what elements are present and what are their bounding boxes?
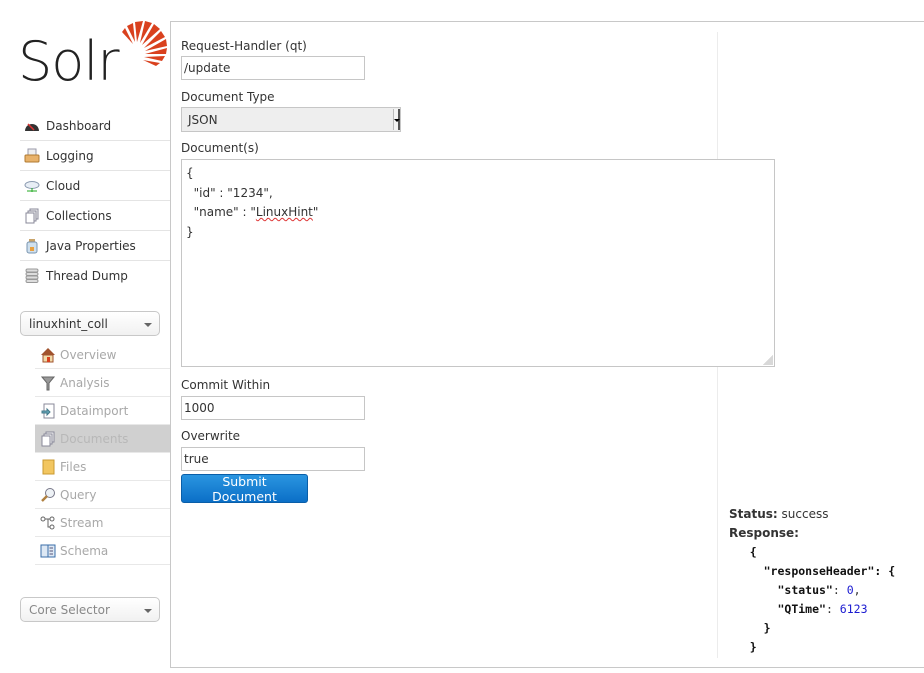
json-punct: : { [874,564,896,578]
document-type-select[interactable]: JSON [181,107,401,132]
resize-handle[interactable] [763,355,773,365]
solr-sun-icon [122,21,167,66]
json-key-responseheader: "responseHeader" [763,564,875,578]
nav-item-cloud[interactable]: Cloud [20,171,170,201]
doc-line: " [312,205,319,219]
collection-nav-files[interactable]: Files [35,453,170,481]
main-nav: Dashboard Logging Cloud Collections Java… [20,111,170,291]
chevron-down-icon [144,323,152,327]
java-properties-icon [23,238,41,254]
commit-within-label: Commit Within [181,378,271,392]
request-handler-input[interactable] [181,56,365,80]
collection-nav-documents[interactable]: Documents [35,425,170,453]
collection-nav-label: Documents [60,431,129,446]
response-panel: Status: success Response: { "responseHea… [729,507,896,654]
status-label: Status: [729,507,778,521]
core-selector-placeholder: Core Selector [29,602,110,617]
logging-icon [23,148,41,164]
collection-nav-label: Overview [60,347,117,362]
collection-nav: Overview Analysis Dataimport Documents F… [35,341,170,565]
nav-label: Collections [46,208,112,223]
overwrite-label: Overwrite [181,429,241,443]
doc-line: "name" : " [186,205,256,219]
collection-nav-dataimport[interactable]: Dataimport [35,397,170,425]
collection-nav-label: Analysis [60,375,110,390]
collection-nav-query[interactable]: Query [35,481,170,509]
schema-icon [40,543,56,559]
collection-nav-label: Dataimport [60,403,129,418]
stream-icon [40,515,56,531]
spellcheck-word: LinuxHint [255,205,313,219]
nav-label: Logging [46,148,94,163]
nav-item-dashboard[interactable]: Dashboard [20,111,170,141]
dataimport-icon [40,403,56,419]
nav-item-thread-dump[interactable]: Thread Dump [20,261,170,291]
collection-nav-analysis[interactable]: Analysis [35,369,170,397]
chevron-down-icon [144,609,152,613]
core-selector[interactable]: Core Selector [20,597,160,622]
json-value-qtime: 6123 [839,602,868,616]
files-icon [40,459,56,475]
collections-icon [23,208,41,224]
doc-line: "id" : "1234", [186,185,273,200]
nav-label: Thread Dump [46,269,128,283]
json-brace: } [749,640,757,654]
document-type-value: JSON [188,112,218,127]
collection-nav-label: Schema [60,543,109,558]
dashboard-icon [23,118,41,134]
overwrite-input[interactable] [181,447,365,471]
doc-line: } [186,224,194,239]
collection-selector-value: linuxhint_coll [29,316,108,331]
submit-document-button[interactable]: Submit Document [181,474,308,504]
json-key-status: "status" [777,583,833,597]
nav-label: Java Properties [46,238,136,253]
json-brace: { [749,545,757,559]
overview-icon [40,347,56,363]
nav-label: Cloud [46,178,81,193]
collection-nav-label: Stream [60,515,104,530]
analysis-icon [40,375,56,391]
logo-text: Solr [18,30,120,93]
collection-nav-label: Query [60,487,97,502]
documents-icon [40,431,56,447]
commit-within-input[interactable] [181,396,365,420]
collection-nav-stream[interactable]: Stream [35,509,170,537]
query-icon [40,487,56,503]
nav-item-collections[interactable]: Collections [20,201,170,231]
cloud-icon [23,178,41,194]
dropdown-arrow-icon [393,109,400,130]
collection-selector[interactable]: linuxhint_coll [20,311,160,336]
json-key-qtime: "QTime" [777,602,826,616]
documents-label: Document(s) [181,141,259,155]
nav-item-java-properties[interactable]: Java Properties [20,231,170,261]
response-label: Response: [729,526,799,540]
solr-logo[interactable]: Solr [18,20,167,93]
doc-line: { [186,166,194,180]
documents-textarea[interactable]: { "id" : "1234", "name" : "LinuxHint" } [181,159,775,367]
thread-dump-icon [23,268,41,284]
request-handler-label: Request-Handler (qt) [181,39,307,53]
json-value-status: 0 [846,583,854,597]
collection-nav-schema[interactable]: Schema [35,537,170,565]
nav-label: Dashboard [46,118,112,133]
collection-nav-label: Files [60,459,87,474]
collection-nav-overview[interactable]: Overview [35,341,170,369]
document-type-label: Document Type [181,90,275,104]
nav-item-logging[interactable]: Logging [20,141,170,171]
status-value: success [781,507,829,521]
json-brace: } [763,621,771,635]
